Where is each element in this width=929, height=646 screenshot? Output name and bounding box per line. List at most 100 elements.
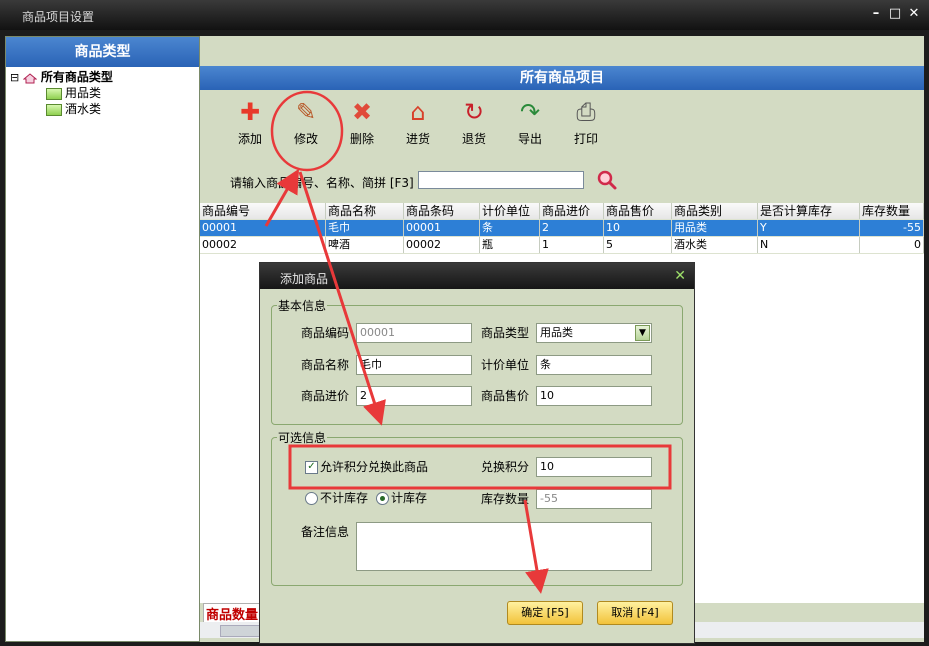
toolbar-button-label: 打印: [573, 132, 598, 146]
price-field[interactable]: 10: [536, 386, 652, 406]
chevron-down-icon[interactable]: ▼: [635, 325, 650, 341]
basic-info-group: 基本信息 商品编码 00001 商品类型 用品类 ▼ 商品名称 毛巾 计价单位 …: [271, 297, 683, 425]
toolbar-button-label: 进货: [405, 132, 430, 146]
toolbar-button-return[interactable]: ↻ 退货: [450, 98, 498, 150]
toolbar-button-print[interactable]: ⎙ 打印: [562, 98, 610, 150]
home-icon: [22, 72, 38, 84]
table-cell: -55: [860, 220, 924, 236]
no-stock-label: 不计库存: [320, 491, 369, 505]
maximize-button[interactable]: □: [887, 6, 903, 22]
search-input[interactable]: [418, 171, 584, 189]
add-product-dialog: 添加商品 ✕ 基本信息 商品编码 00001 商品类型 用品类 ▼ 商品名称 毛…: [259, 262, 695, 644]
tree-item-all-types[interactable]: ⊟ 所有商品类型: [10, 69, 113, 85]
allow-points-label: 允许积分兑换此商品: [320, 460, 429, 474]
table-cell: 条: [480, 220, 540, 236]
toolbar-button-label: 导出: [517, 132, 542, 146]
unit-field[interactable]: 条: [536, 355, 652, 375]
table-cell: 5: [604, 237, 672, 253]
grid-column-header[interactable]: 商品进价: [540, 203, 604, 219]
dialog-close-icon[interactable]: ✕: [674, 268, 686, 284]
edit-icon: ✎: [295, 98, 317, 126]
points-field[interactable]: 10: [536, 457, 652, 477]
allow-points-checkbox[interactable]: ✓ 允许积分兑换此商品: [305, 457, 428, 477]
code-field[interactable]: 00001: [356, 323, 472, 343]
unit-label: 计价单位: [481, 358, 530, 372]
dialog-title: 添加商品: [280, 272, 329, 286]
grid-column-header[interactable]: 是否计算库存: [758, 203, 860, 219]
code-label: 商品编码: [301, 326, 350, 340]
table-cell: 00002: [404, 237, 480, 253]
search-icon[interactable]: [596, 169, 618, 191]
grid-header-row: 商品编号 商品名称 商品条码 计价单位 商品进价 商品售价 商品类别 是否计算库存 库存数量: [200, 203, 924, 220]
table-cell: Y: [758, 220, 860, 236]
cost-field[interactable]: 2: [356, 386, 472, 406]
close-button[interactable]: ✕: [906, 6, 922, 22]
tree-item-category[interactable]: 用品类: [46, 85, 101, 101]
table-cell: 酒水类: [672, 237, 758, 253]
toolbar-button-label: 退货: [461, 132, 486, 146]
table-cell: 毛巾: [326, 220, 404, 236]
table-cell: 0: [860, 237, 924, 253]
toolbar-button-stock-in[interactable]: ⌂ 进货: [394, 98, 442, 150]
return-icon: ↻: [463, 98, 485, 126]
type-select-value: 用品类: [540, 326, 573, 339]
toolbar-button-label: 添加: [237, 132, 262, 146]
name-field[interactable]: 毛巾: [356, 355, 472, 375]
table-row[interactable]: 00002 啤酒 00002 瓶 1 5 酒水类 N 0: [200, 237, 924, 254]
grid-column-header[interactable]: 商品编号: [200, 203, 326, 219]
radio-selected-icon[interactable]: [376, 492, 389, 505]
type-select[interactable]: 用品类 ▼: [536, 323, 652, 343]
stock-in-icon: ⌂: [410, 98, 426, 126]
tree-item-category[interactable]: 酒水类: [46, 101, 101, 117]
cancel-button[interactable]: 取消 [F4]: [597, 601, 673, 625]
stock-radio[interactable]: 计库存: [376, 488, 427, 508]
toolbar-button-label: 删除: [349, 132, 374, 146]
grid-column-header[interactable]: 商品名称: [326, 203, 404, 219]
export-icon: ↷: [519, 98, 541, 126]
grid-column-header[interactable]: 商品条码: [404, 203, 480, 219]
tree-item-label: 用品类: [65, 86, 102, 100]
ok-button[interactable]: 确定 [F5]: [507, 601, 583, 625]
grid-column-header[interactable]: 计价单位: [480, 203, 540, 219]
grid-column-header[interactable]: 商品售价: [604, 203, 672, 219]
scrollbar-thumb[interactable]: [220, 625, 262, 637]
stock-qty-field[interactable]: -55: [536, 489, 652, 509]
remark-label: 备注信息: [301, 525, 350, 539]
checkmark-icon[interactable]: ✓: [305, 461, 318, 474]
tree-item-label: 所有商品类型: [40, 70, 113, 84]
stock-label: 计库存: [391, 491, 428, 505]
toolbar-button-label: 修改: [293, 132, 318, 146]
points-label: 兑换积分: [481, 460, 530, 474]
type-label: 商品类型: [481, 326, 530, 340]
product-panel-header: 所有商品项目: [200, 66, 924, 90]
folder-icon: [46, 103, 62, 116]
category-panel-header: 商品类型: [6, 37, 199, 67]
optional-info-group: 可选信息 ✓ 允许积分兑换此商品 兑换积分 10 不计库存 计库存 库存数量 -5…: [271, 429, 683, 586]
print-icon: ⎙: [576, 98, 596, 126]
price-label: 商品售价: [481, 389, 530, 403]
toolbar-button-edit[interactable]: ✎ 修改: [282, 98, 330, 150]
remark-textarea[interactable]: [356, 522, 652, 571]
no-stock-radio[interactable]: 不计库存: [305, 488, 368, 508]
search-label: 请输入商品编号、名称、简拼 [F3]: [230, 176, 414, 190]
toolbar-button-add[interactable]: ✚ 添加: [226, 98, 274, 150]
grid-column-header[interactable]: 库存数量: [860, 203, 924, 219]
tree-item-label: 酒水类: [65, 102, 102, 116]
category-panel: 商品类型 ⊟ 所有商品类型 用品类 酒水类: [5, 36, 200, 642]
folder-icon: [46, 87, 62, 100]
basic-info-label: 基本信息: [277, 297, 328, 314]
name-label: 商品名称: [301, 358, 350, 372]
minimize-button[interactable]: –: [868, 6, 884, 22]
add-icon: ✚: [239, 98, 261, 126]
table-row[interactable]: 00001 毛巾 00001 条 2 10 用品类 Y -55: [200, 220, 924, 237]
stock-qty-label: 库存数量: [481, 492, 530, 506]
table-cell: 啤酒: [326, 237, 404, 253]
toolbar-button-export[interactable]: ↷ 导出: [506, 98, 554, 150]
radio-icon[interactable]: [305, 492, 318, 505]
tree-expander-icon[interactable]: ⊟: [10, 71, 19, 84]
delete-icon: ✖: [351, 98, 373, 126]
toolbar-button-delete[interactable]: ✖ 删除: [338, 98, 386, 150]
grid-column-header[interactable]: 商品类别: [672, 203, 758, 219]
window-title: 商品项目设置: [22, 10, 95, 24]
table-cell: 10: [604, 220, 672, 236]
